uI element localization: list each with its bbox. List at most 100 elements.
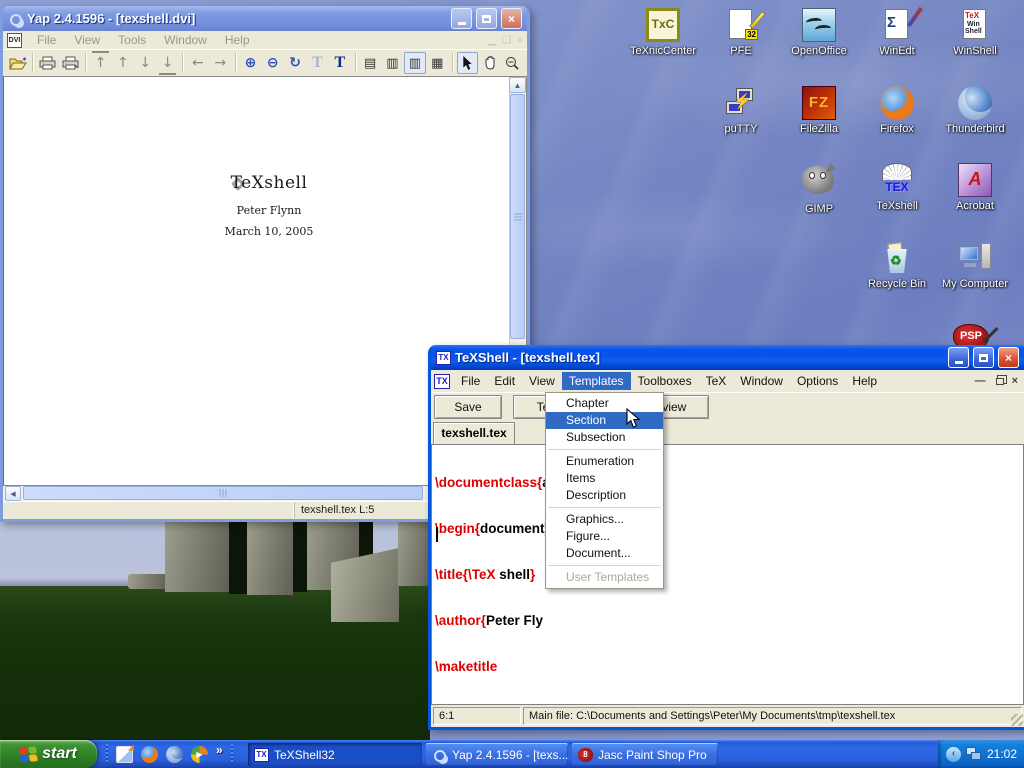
desktop-icon-recycle-bin[interactable]: ♻ Recycle Bin bbox=[859, 241, 935, 290]
menu-window[interactable]: Window bbox=[733, 372, 790, 390]
media-player-quicklaunch-icon[interactable] bbox=[191, 746, 208, 763]
desktop-icon-filezilla[interactable]: FZ FileZilla bbox=[781, 86, 857, 135]
desktop-icon-putty[interactable]: ⚡ puTTY bbox=[703, 86, 779, 135]
yap-menu-view[interactable]: View bbox=[65, 33, 109, 47]
texshell-document-icon: TX bbox=[434, 374, 450, 389]
tab-texshell-tex[interactable]: texshell.tex bbox=[433, 422, 515, 444]
menu-item-chapter[interactable]: Chapter bbox=[546, 395, 663, 412]
menu-item-items[interactable]: Items bbox=[546, 470, 663, 487]
double-page-scroll-view-button[interactable]: ▦ bbox=[427, 52, 448, 74]
menu-item-subsection[interactable]: Subsection bbox=[546, 429, 663, 446]
desktop-icon-texniccenter[interactable]: TxC TeXnicCenter bbox=[625, 8, 701, 57]
text-render-mode-button[interactable]: T bbox=[329, 52, 350, 74]
yap-menu-file[interactable]: File bbox=[28, 33, 65, 47]
desktop-icon-gimp[interactable]: GIMP bbox=[781, 163, 857, 215]
menu-toolboxes[interactable]: Toolboxes bbox=[631, 372, 699, 390]
hand-tool-button[interactable] bbox=[479, 52, 500, 74]
menu-item-section[interactable]: Section bbox=[546, 412, 663, 429]
desktop-icon-winedt[interactable]: Σ WinEdt bbox=[859, 8, 935, 57]
child-close-button[interactable]: × bbox=[1012, 375, 1018, 387]
mdi-minimize-icon: ▁ bbox=[488, 35, 496, 46]
openoffice-icon bbox=[802, 8, 836, 42]
yap-maximize-button[interactable] bbox=[476, 8, 497, 29]
desktop-icon-pfe[interactable]: 32 PFE bbox=[703, 8, 779, 57]
task-button-paintshoppro[interactable]: 8 Jasc Paint Shop Pro bbox=[572, 743, 718, 766]
menu-file[interactable]: File bbox=[454, 372, 487, 390]
yap-menu-tools[interactable]: Tools bbox=[109, 33, 155, 47]
next-page-button[interactable]: ↓ bbox=[135, 52, 156, 74]
texshell-title-bar[interactable]: TX TeXShell - [texshell.tex] × bbox=[431, 345, 1024, 370]
zoom-out-button[interactable]: ⊖ bbox=[262, 52, 283, 74]
menu-item-document[interactable]: Document... bbox=[546, 545, 663, 562]
desktop-icon-thunderbird[interactable]: Thunderbird bbox=[937, 86, 1013, 135]
desktop-icon-my-computer[interactable]: My Computer bbox=[937, 241, 1013, 290]
show-desktop-icon[interactable] bbox=[116, 746, 133, 763]
thunderbird-icon bbox=[958, 86, 992, 120]
previous-page-button[interactable]: ↑ bbox=[112, 52, 133, 74]
yap-minimize-button[interactable] bbox=[451, 8, 472, 29]
thunderbird-quicklaunch-icon[interactable] bbox=[166, 746, 183, 763]
tex-source-editor[interactable]: \documentclass{a \begin{document} \title… bbox=[431, 444, 1024, 705]
desktop-icon-openoffice[interactable]: OpenOffice bbox=[781, 8, 857, 57]
yap-task-icon bbox=[432, 748, 447, 762]
save-button[interactable]: Save bbox=[434, 395, 502, 419]
magnifier-tool-button[interactable] bbox=[502, 52, 523, 74]
texshell-minimize-button[interactable] bbox=[948, 347, 969, 368]
menu-help[interactable]: Help bbox=[845, 372, 884, 390]
print-button[interactable] bbox=[37, 52, 58, 74]
scroll-left-button[interactable]: ◀ bbox=[5, 486, 21, 501]
desktop-icon-firefox[interactable]: Firefox bbox=[859, 86, 935, 135]
menu-tex[interactable]: TeX bbox=[699, 372, 734, 390]
menu-item-enumeration[interactable]: Enumeration bbox=[546, 453, 663, 470]
forward-button[interactable]: → bbox=[210, 52, 231, 74]
text-outline-mode-button[interactable]: T bbox=[307, 52, 328, 74]
menu-item-graphics[interactable]: Graphics... bbox=[546, 511, 663, 528]
menu-templates[interactable]: Templates bbox=[562, 372, 631, 390]
texshell-menu-bar: TX File Edit View Templates Toolboxes Te… bbox=[431, 370, 1024, 392]
refresh-button[interactable]: ↻ bbox=[284, 52, 305, 74]
page-scroll-view-button[interactable]: ▥ bbox=[404, 52, 425, 74]
yap-menu-window[interactable]: Window bbox=[155, 33, 216, 47]
dvi-page: TeXshell Peter Flynn March 10, 2005 bbox=[164, 173, 374, 238]
quick-launch-more-chevron[interactable]: » bbox=[216, 743, 223, 757]
vertical-scroll-thumb[interactable] bbox=[510, 94, 525, 339]
last-page-button[interactable]: ↓ bbox=[157, 52, 178, 74]
select-pointer-tool-button[interactable] bbox=[457, 52, 478, 74]
menu-options[interactable]: Options bbox=[790, 372, 845, 390]
print-page-button[interactable] bbox=[60, 52, 81, 74]
horizontal-scroll-thumb[interactable] bbox=[23, 486, 423, 500]
child-restore-button[interactable] bbox=[996, 378, 1004, 385]
stone bbox=[165, 522, 229, 592]
first-page-button[interactable]: ↑ bbox=[90, 52, 111, 74]
texshell-close-button[interactable]: × bbox=[998, 347, 1019, 368]
desktop-icon-acrobat[interactable]: A Acrobat bbox=[937, 163, 1013, 212]
menu-item-description[interactable]: Description bbox=[546, 487, 663, 504]
document-date: March 10, 2005 bbox=[164, 225, 374, 238]
child-minimize-button[interactable]: — bbox=[975, 375, 986, 387]
texshell-maximize-button[interactable] bbox=[973, 347, 994, 368]
open-file-button[interactable] bbox=[7, 52, 28, 74]
network-status-icon[interactable] bbox=[966, 747, 982, 761]
yap-menu-help[interactable]: Help bbox=[216, 33, 259, 47]
two-page-view-button[interactable]: ▥ bbox=[382, 52, 403, 74]
task-button-texshell[interactable]: TX TeXShell32 bbox=[248, 743, 422, 766]
desktop-icon-winshell[interactable]: TeX WinShell WinShell bbox=[937, 8, 1013, 57]
editor-tab-bar: texshell.tex bbox=[431, 420, 1024, 444]
menu-edit[interactable]: Edit bbox=[487, 372, 522, 390]
resize-grip[interactable] bbox=[1011, 714, 1023, 726]
stone bbox=[128, 574, 168, 589]
yap-close-button[interactable]: × bbox=[501, 8, 522, 29]
back-button[interactable]: ← bbox=[187, 52, 208, 74]
start-button[interactable]: start bbox=[0, 740, 97, 768]
single-page-view-button[interactable]: ▤ bbox=[359, 52, 380, 74]
yap-title-bar[interactable]: Yap 2.4.1596 - [texshell.dvi] × bbox=[3, 6, 527, 31]
scroll-up-button[interactable]: ▲ bbox=[509, 77, 526, 93]
menu-item-figure[interactable]: Figure... bbox=[546, 528, 663, 545]
task-button-yap[interactable]: Yap 2.4.1596 - [texs... bbox=[426, 743, 568, 766]
menu-view[interactable]: View bbox=[522, 372, 562, 390]
desktop-icon-texshell[interactable]: TEX TeXshell bbox=[859, 163, 935, 212]
zoom-in-button[interactable]: ⊕ bbox=[240, 52, 261, 74]
texshell-window[interactable]: TX TeXShell - [texshell.tex] × TX File E… bbox=[428, 345, 1024, 730]
firefox-quicklaunch-icon[interactable] bbox=[141, 746, 158, 763]
tray-collapse-chevron[interactable]: ‹ bbox=[946, 747, 961, 762]
